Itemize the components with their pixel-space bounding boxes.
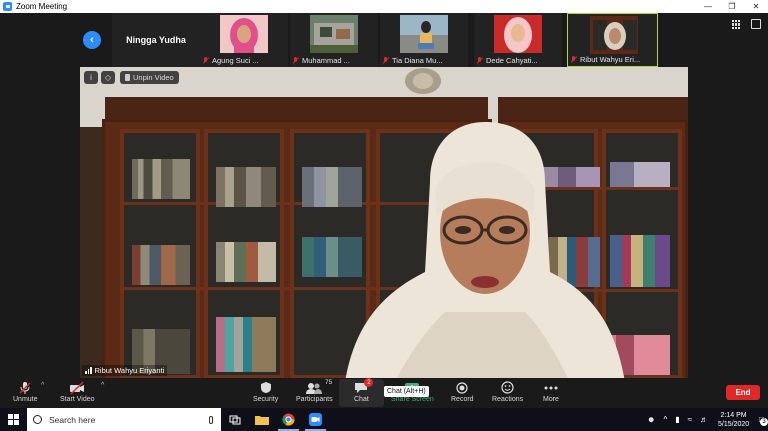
minimize-button[interactable]: — — [696, 0, 720, 13]
thumbnail-participant[interactable]: Muhammad ... — [290, 13, 378, 67]
chat-label: Chat — [354, 396, 369, 403]
chat-tooltip: Chat (Alt+H) — [384, 386, 429, 397]
thumbnail-name: Agung Suci ... — [212, 56, 259, 65]
previous-page-button[interactable]: ‹ — [83, 31, 101, 49]
action-center-icon[interactable]: □3 — [759, 415, 768, 426]
people-icon[interactable]: ☻ — [647, 415, 655, 424]
windows-start-button[interactable] — [0, 408, 27, 431]
security-button[interactable]: Security — [253, 381, 278, 403]
participant-video — [310, 15, 358, 53]
taskbar-clock[interactable]: 2:14 PM 5/15/2020 — [718, 411, 749, 429]
maximize-button[interactable]: ❐ — [720, 0, 744, 13]
participants-button[interactable]: 75 Participants — [296, 379, 333, 403]
video-off-icon — [69, 380, 85, 395]
windows-taskbar: Search here ☻ ^ ▮ ≈ ♬ 2:14 PM 5/15/2020 … — [0, 408, 768, 431]
thumbnail-participant-selected[interactable]: Ribut Wahyu Eri... — [567, 13, 658, 67]
record-button[interactable]: Record — [451, 381, 474, 403]
thumbnail-participant[interactable]: Agung Suci ... — [200, 13, 288, 67]
chrome-icon[interactable] — [275, 408, 302, 431]
pin-icon — [125, 74, 130, 81]
more-dots-icon — [544, 381, 558, 394]
participant-video — [494, 15, 542, 53]
thumbnail-participant[interactable]: Tia Diana Mu... — [380, 13, 468, 67]
participants-label: Participants — [296, 396, 333, 403]
reactions-label: Reactions — [492, 396, 524, 403]
task-view-icon[interactable] — [221, 408, 248, 431]
thumbnail-name: Dede Cahyati... — [486, 56, 538, 65]
shield-icon[interactable]: ◇ — [101, 71, 115, 84]
thumbnail-name: Ningga Yudha — [126, 35, 186, 45]
smiley-icon — [501, 381, 514, 394]
muted-mic-icon — [477, 57, 483, 64]
title-bar: Zoom Meeting — ❐ ✕ — [0, 0, 768, 13]
muted-mic-icon — [383, 57, 389, 64]
clock-date: 5/15/2020 — [718, 420, 750, 428]
zoom-taskbar-icon[interactable] — [302, 408, 329, 431]
file-explorer-icon[interactable] — [248, 408, 275, 431]
unpin-video-button[interactable]: Unpin Video — [120, 71, 179, 84]
reactions-button[interactable]: Reactions — [492, 381, 523, 403]
participant-video — [220, 15, 268, 53]
more-label: More — [543, 396, 559, 403]
taskbar-search-box[interactable]: Search here — [27, 408, 221, 431]
participants-icon: 75 — [306, 379, 332, 394]
video-options-caret[interactable]: ^ — [101, 382, 104, 389]
speaker-video-feed — [345, 122, 625, 378]
battery-icon[interactable]: ▮ — [675, 415, 679, 424]
chat-icon: 2 — [354, 378, 374, 394]
thumbnail-active-speaker[interactable]: Ningga Yudha — [112, 13, 200, 67]
volume-icon[interactable]: ♬ — [700, 415, 708, 424]
wifi-icon[interactable]: ≈ — [688, 415, 692, 424]
security-label: Security — [253, 396, 279, 403]
search-placeholder: Search here — [49, 414, 96, 425]
search-icon — [33, 415, 42, 424]
mic-muted-icon — [18, 381, 32, 394]
audio-options-caret[interactable]: ^ — [41, 382, 44, 389]
thumbnail-name: Tia Diana Mu... — [392, 56, 443, 65]
end-meeting-button[interactable]: End — [726, 385, 760, 400]
video-name-tag: Ribut Wahyu Eriyanti — [82, 365, 168, 376]
more-button[interactable]: More — [543, 381, 559, 403]
notification-count: 3 — [760, 418, 768, 426]
shield-icon — [260, 381, 272, 394]
muted-mic-icon — [293, 57, 299, 64]
info-icon[interactable]: i — [84, 71, 98, 84]
share-screen-label: Share Screen — [391, 396, 434, 403]
close-button[interactable]: ✕ — [744, 0, 768, 13]
clock-time: 2:14 PM — [720, 411, 747, 419]
zoom-app-icon — [3, 2, 12, 11]
participants-count: 75 — [325, 379, 333, 386]
system-tray: ☻ ^ ▮ ≈ ♬ 2:14 PM 5/15/2020 □3 — [643, 408, 768, 431]
main-video[interactable]: i ◇ Unpin Video Ribut Wahyu Eriyanti — [80, 67, 688, 378]
start-video-label: Start Video — [60, 396, 95, 403]
record-icon — [456, 381, 468, 394]
signal-strength-icon — [85, 367, 92, 374]
show-hidden-icons-caret[interactable]: ^ — [663, 415, 667, 424]
windows-logo-icon — [8, 414, 19, 425]
window-title: Zoom Meeting — [16, 2, 68, 11]
unmute-label: Unmute — [13, 396, 38, 403]
unmute-button[interactable]: Unmute — [13, 381, 38, 403]
thumbnail-name: Muhammad ... — [302, 56, 350, 65]
record-label: Record — [451, 396, 474, 403]
microphone-icon[interactable] — [209, 415, 213, 424]
chat-button[interactable]: 2 Chat — [354, 378, 374, 403]
unpin-video-label: Unpin Video — [133, 73, 174, 82]
muted-mic-icon — [203, 57, 209, 64]
start-video-button[interactable]: Start Video — [60, 380, 95, 403]
zoom-window: Zoom Meeting — ❐ ✕ ‹ Ningga Yudha Agung … — [0, 0, 768, 431]
speaker-name: Ribut Wahyu Eriyanti — [94, 366, 165, 375]
gallery-view-icon[interactable] — [732, 20, 741, 29]
thumbnail-name: Ribut Wahyu Eri... — [580, 55, 641, 64]
participant-video — [400, 15, 448, 53]
participant-video — [590, 16, 638, 54]
thumbnail-strip: ‹ Ningga Yudha Agung Suci ... Muhammad .… — [0, 13, 768, 67]
thumbnail-participant[interactable]: Dede Cahyati... — [474, 13, 562, 67]
fullscreen-icon[interactable] — [751, 19, 761, 29]
muted-mic-icon — [571, 56, 577, 63]
